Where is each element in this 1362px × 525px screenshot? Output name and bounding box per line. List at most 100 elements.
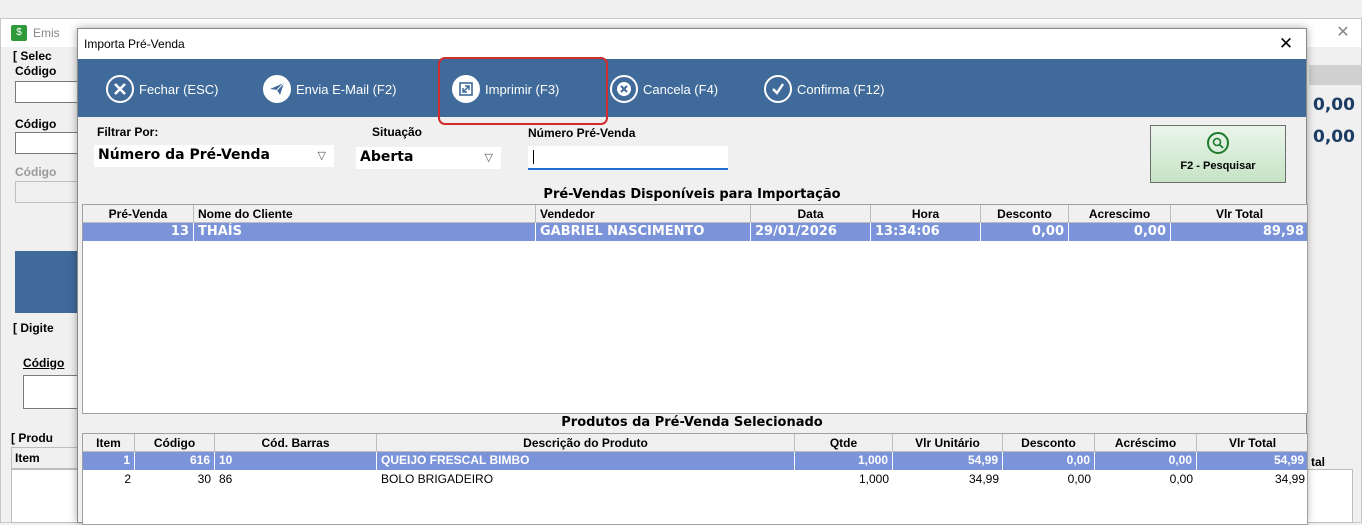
app-icon: $ (11, 25, 27, 41)
header-data[interactable]: Data (751, 205, 871, 223)
codigo-field-3 (15, 181, 85, 203)
cell-cod-barras: 86 (219, 472, 233, 486)
codigo-label-1: Código (15, 64, 57, 78)
header-descricao[interactable]: Descrição do Produto (377, 434, 795, 452)
item-header-cell: Item (11, 447, 81, 469)
codigo-label-4: Código (23, 356, 65, 370)
background-title: Emis (33, 26, 60, 40)
importa-pre-venda-dialog: Importa Pré-Venda ✕ Fechar (ESC) Envia E… (77, 28, 1308, 525)
header-vlr-total[interactable]: Vlr Total (1197, 434, 1307, 452)
fechar-label: Fechar (ESC) (139, 81, 219, 97)
situacao-select[interactable]: Aberta ▽ (356, 147, 501, 169)
cell-item: 2 (124, 472, 131, 486)
cell-hora: 13:34:06 (871, 223, 981, 241)
cancela-button[interactable]: Cancela (F4) (610, 75, 718, 103)
cell-pre-venda: 13 (83, 223, 194, 241)
produtos-header: Item Código Cód. Barras Descrição do Pro… (83, 434, 1307, 452)
codigo-field-4[interactable] (23, 375, 85, 409)
produtos-grid: Item Código Cód. Barras Descrição do Pro… (82, 433, 1308, 525)
digite-group-label: [ Digite (13, 321, 54, 335)
chevron-down-icon: ▽ (317, 149, 326, 162)
cell-nome-cliente: THAÍS (194, 223, 536, 241)
cell-codigo: 30 (197, 472, 211, 486)
header-cod-barras[interactable]: Cód. Barras (215, 434, 377, 452)
header-acrescimo[interactable]: Acrescimo (1069, 205, 1171, 223)
codigo-label-2: Código (15, 117, 57, 131)
background-header-strip (1309, 65, 1361, 85)
prevendas-header: Pré-Venda Nome do Cliente Vendedor Data … (83, 205, 1307, 223)
cell-desconto: 0,00 (1067, 472, 1091, 486)
filtrar-label: Filtrar Por: (97, 125, 159, 139)
cancel-circle-icon (610, 75, 638, 103)
situacao-label: Situação (372, 125, 423, 139)
produtos-group-label: [ Produ (11, 431, 53, 445)
codigo-field-1[interactable] (15, 81, 85, 103)
codigo-label-3: Código (15, 165, 57, 179)
cell-vendedor: GABRIEL NASCIMENTO (536, 223, 751, 241)
send-email-icon (263, 75, 291, 103)
cell-acrescimo: 0,00 (1095, 452, 1197, 470)
filtrar-select[interactable]: Número da Pré-Venda ▽ (94, 145, 334, 167)
dialog-titlebar: Importa Pré-Venda ✕ (78, 29, 1306, 59)
toolbar: Fechar (ESC) Envia E-Mail (F2) Imprimir … (78, 59, 1306, 117)
chevron-down-icon: ▽ (484, 151, 493, 164)
cell-vlr-unitario: 54,99 (893, 452, 1003, 470)
envia-email-label: Envia E-Mail (F2) (296, 81, 397, 97)
cell-codigo: 616 (135, 452, 215, 470)
header-vlr-total[interactable]: Vlr Total (1171, 205, 1307, 223)
filtrar-value: Número da Pré-Venda (98, 147, 270, 163)
header-desconto[interactable]: Desconto (1003, 434, 1095, 452)
background-total-1: 0,00 (1313, 95, 1355, 115)
header-vendedor[interactable]: Vendedor (536, 205, 751, 223)
header-acrescimo[interactable]: Acréscimo (1095, 434, 1197, 452)
pesquisar-label: F2 - Pesquisar (1180, 160, 1256, 172)
cell-desconto: 0,00 (1003, 452, 1095, 470)
confirma-label: Confirma (F12) (797, 81, 885, 97)
cell-cod-barras: 10 (215, 452, 377, 470)
cell-vlr-total: 34,99 (1274, 472, 1305, 486)
numero-label: Número Pré-Venda (528, 126, 636, 140)
fechar-button[interactable]: Fechar (ESC) (106, 75, 218, 103)
blue-panel (15, 251, 85, 313)
header-desconto[interactable]: Desconto (981, 205, 1069, 223)
close-circle-icon (106, 75, 134, 103)
numero-pre-venda-input[interactable] (528, 146, 728, 170)
background-close-button[interactable]: ✕ (1331, 21, 1355, 45)
cell-acrescimo: 0,00 (1169, 472, 1193, 486)
select-group-label: [ Selec (13, 49, 52, 63)
cell-acrescimo: 0,00 (1069, 223, 1171, 241)
check-circle-icon (764, 75, 792, 103)
table-row[interactable]: 2 30 86 BOLO BRIGADEIRO 1,000 34,99 0,00… (83, 471, 1307, 489)
search-icon (1207, 132, 1229, 154)
dialog-title: Importa Pré-Venda (84, 37, 185, 51)
dialog-close-button[interactable]: ✕ (1273, 32, 1299, 56)
header-pre-venda[interactable]: Pré-Venda (83, 205, 194, 223)
cancela-label: Cancela (F4) (643, 81, 719, 97)
item-header-label: Item (15, 451, 40, 465)
cell-item: 1 (83, 452, 135, 470)
header-item[interactable]: Item (83, 434, 135, 452)
cell-vlr-total: 89,98 (1171, 223, 1307, 241)
produtos-title: Produtos da Pré-Venda Selecionado (561, 415, 823, 430)
header-vlr-unitario[interactable]: Vlr Unitário (893, 434, 1003, 452)
text-caret (533, 150, 534, 164)
cell-vlr-unitario: 34,99 (968, 472, 999, 486)
pesquisar-button[interactable]: F2 - Pesquisar (1150, 125, 1286, 183)
envia-email-button[interactable]: Envia E-Mail (F2) (263, 75, 396, 103)
cell-vlr-total: 54,99 (1197, 452, 1307, 470)
situacao-value: Aberta (360, 149, 414, 165)
background-total-header: tal (1311, 455, 1326, 469)
prevendas-title: Pré-Vendas Disponíveis para Importação (543, 187, 841, 202)
table-row[interactable]: 1 616 10 QUEIJO FRESCAL BIMBO 1,000 54,9… (83, 452, 1307, 470)
codigo-field-2[interactable] (15, 132, 85, 154)
table-row[interactable]: 13 THAÍS GABRIEL NASCIMENTO 29/01/2026 1… (83, 223, 1307, 241)
cell-desconto: 0,00 (981, 223, 1069, 241)
header-codigo[interactable]: Código (135, 434, 215, 452)
imprimir-highlight (438, 57, 608, 125)
cell-qtde: 1,000 (858, 472, 889, 486)
header-qtde[interactable]: Qtde (795, 434, 893, 452)
confirma-button[interactable]: Confirma (F12) (764, 75, 884, 103)
background-total-2: 0,00 (1313, 127, 1355, 147)
header-hora[interactable]: Hora (871, 205, 981, 223)
header-nome-cliente[interactable]: Nome do Cliente (194, 205, 536, 223)
